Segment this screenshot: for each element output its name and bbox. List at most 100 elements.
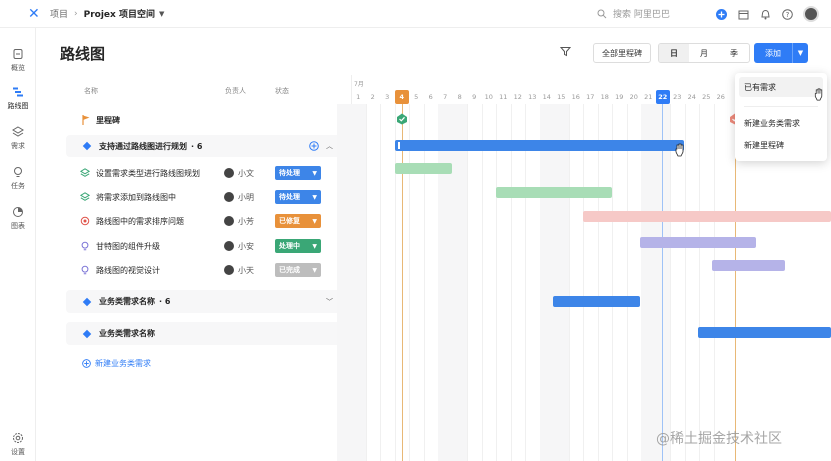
sidebar-item-roadmap[interactable]: 路线图 [0, 86, 36, 111]
breadcrumb-space[interactable]: Projex 项目空间 [84, 7, 155, 20]
layers-icon [79, 192, 91, 202]
chevron-up-icon[interactable]: ︿ [326, 141, 333, 151]
milestone-row[interactable]: 里程碑 [66, 112, 346, 128]
view-quarter-tab[interactable]: 季 [719, 44, 749, 62]
task-row[interactable]: 路线图的视觉设计 小天 已完成 ▼ [66, 260, 346, 280]
add-button[interactable]: 添加 ▼ [754, 43, 808, 63]
gear-icon [13, 433, 23, 443]
sidebar-item-requirements[interactable]: 需求 [0, 126, 36, 151]
grid-line [568, 104, 570, 461]
status-label: 处理中 [279, 242, 300, 250]
owner-name: 小文 [238, 168, 254, 178]
day-label: 10 [484, 93, 493, 101]
chevron-down-icon[interactable]: ▼ [793, 49, 808, 57]
new-requirement-link[interactable]: 新建业务类需求 [82, 358, 151, 369]
group-title: 支持通过路线图进行规划 [99, 141, 187, 151]
resize-cursor-icon [675, 143, 684, 157]
menu-item-new-milestone[interactable]: 新建里程碑 [744, 140, 784, 151]
task-row[interactable]: 路线图中的需求排序问题 小芳 已修复 ▼ [66, 211, 346, 231]
app-logo-icon[interactable]: ✕ [28, 7, 42, 21]
task-owner[interactable]: 小天 [224, 265, 254, 276]
task-owner[interactable]: 小文 [224, 168, 254, 179]
today-line [662, 104, 663, 461]
status-badge[interactable]: 待处理 ▼ [275, 166, 321, 180]
group-title: 业务类需求名称 [99, 329, 155, 338]
status-badge[interactable]: 已修复 ▼ [275, 214, 321, 228]
task-owner[interactable]: 小明 [224, 192, 254, 203]
chevron-down-icon: ▼ [312, 242, 317, 250]
gantt-bar[interactable] [553, 296, 640, 307]
menu-divider [744, 106, 818, 107]
search-input[interactable]: 搜索 阿里巴巴 [597, 7, 670, 20]
day-label: 1 [356, 93, 361, 101]
day-label: 5 [414, 93, 419, 101]
status-badge[interactable]: 处理中 ▼ [275, 239, 321, 253]
task-owner[interactable]: 小安 [224, 241, 254, 252]
status-badge[interactable]: 待处理 ▼ [275, 190, 321, 204]
owner-name: 小天 [238, 265, 254, 275]
calendar-icon[interactable] [737, 8, 749, 20]
view-month-tab[interactable]: 月 [689, 44, 719, 62]
task-row[interactable]: 甘特图的组件升级 小安 处理中 ▼ [66, 236, 346, 256]
filter-icon[interactable] [560, 46, 571, 57]
group-row[interactable]: 业务类需求名称 [66, 322, 346, 345]
user-avatar[interactable] [803, 6, 819, 22]
add-dropdown-menu: 已有需求 新建业务类需求 新建里程碑 [735, 73, 827, 161]
sidebar-item-label: 概览 [11, 64, 25, 72]
help-icon[interactable]: ? [781, 8, 793, 20]
grid-line [423, 104, 425, 461]
group-row[interactable]: 业务类需求名称 · 6 ﹀ [66, 290, 346, 313]
day-label: 22 [655, 90, 670, 104]
chevron-down-icon[interactable]: ﹀ [326, 297, 333, 307]
menu-item-new-requirement[interactable]: 新建业务类需求 [744, 118, 800, 129]
grid-line [365, 104, 367, 461]
add-circle-icon[interactable] [309, 141, 319, 151]
gantt-bar[interactable] [395, 140, 684, 151]
milestones-filter-button[interactable]: 全部里程碑 [593, 43, 651, 63]
top-actions: ? [715, 6, 819, 22]
task-row[interactable]: 将需求添加到路线图中 小明 待处理 ▼ [66, 187, 346, 207]
day-label: 6 [428, 93, 433, 101]
gantt-bar[interactable] [583, 211, 831, 222]
bell-icon[interactable] [759, 8, 771, 20]
status-badge[interactable]: 已完成 ▼ [275, 263, 321, 277]
group-row[interactable]: 支持通过路线图进行规划 · 6 ︿ [66, 135, 346, 157]
gantt-bar[interactable] [496, 187, 612, 198]
sidebar-item-settings[interactable]: 设置 [0, 432, 36, 457]
search-placeholder: 搜索 阿里巴巴 [613, 10, 670, 20]
day-label: 23 [673, 93, 682, 101]
gantt-bar[interactable] [640, 237, 756, 248]
gantt-bar[interactable] [395, 163, 452, 174]
chart-icon [13, 207, 23, 217]
day-label: 16 [571, 93, 580, 101]
chevron-down-icon: ▼ [312, 266, 317, 274]
chevron-down-icon[interactable]: ▼ [159, 10, 164, 18]
sidebar-item-overview[interactable]: 概览 [0, 48, 36, 73]
task-owner[interactable]: 小芳 [224, 216, 254, 227]
day-header: 1 2 3 4 5 6 7 8 9 10 11 12 13 14 15 16 17 18 19 20 21 22 23 24 2… [351, 90, 728, 104]
day-label: 25 [702, 93, 711, 101]
column-header-owner: 负责人 [225, 87, 246, 95]
sidebar-item-charts[interactable]: 图表 [0, 206, 36, 231]
grid-line [467, 104, 468, 461]
day-label: 18 [600, 93, 609, 101]
breadcrumb-project[interactable]: 项目 [50, 7, 68, 20]
grid-line [597, 104, 599, 461]
task-row[interactable]: 设置需求类型进行路线图规划 小文 待处理 ▼ [66, 163, 346, 183]
task-name: 设置需求类型进行路线图规划 [96, 168, 200, 178]
milestone-check-icon[interactable] [396, 113, 408, 125]
sidebar-item-label: 图表 [11, 222, 25, 230]
gantt-bar[interactable] [712, 260, 785, 271]
resize-handle[interactable] [398, 142, 400, 149]
gantt-bar[interactable] [698, 327, 831, 338]
grid-line [510, 104, 512, 461]
menu-item-existing-requirement[interactable]: 已有需求 [744, 82, 776, 93]
avatar [224, 265, 234, 275]
column-header-status: 状态 [275, 87, 289, 95]
layers-icon [12, 126, 24, 137]
add-circle-icon[interactable] [715, 8, 727, 20]
avatar [224, 168, 234, 178]
view-day-tab[interactable]: 日 [659, 44, 689, 62]
month-label: 7月 [354, 81, 364, 88]
sidebar-item-tasks[interactable]: 任务 [0, 166, 36, 191]
